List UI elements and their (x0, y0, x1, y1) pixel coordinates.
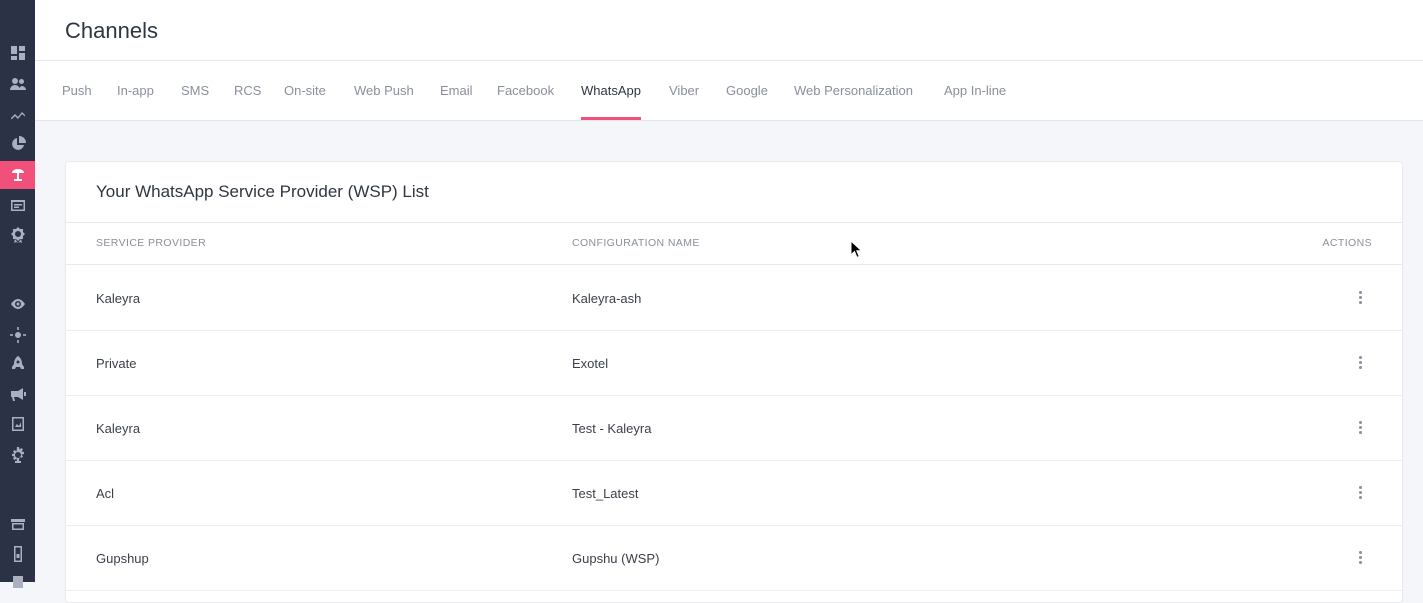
dashboard-icon[interactable] (0, 39, 35, 67)
mouse-cursor-icon (850, 240, 863, 259)
divider (66, 222, 1402, 223)
tab-whatsapp[interactable]: WhatsApp (581, 61, 641, 120)
users-icon[interactable] (0, 70, 35, 98)
tab-viber[interactable]: Viber (669, 61, 699, 120)
more-actions-icon[interactable] (1354, 352, 1366, 372)
gear-icon[interactable] (0, 441, 35, 469)
configuration-name-cell: Test - Kaleyra (572, 421, 652, 436)
more-actions-icon[interactable] (1354, 417, 1366, 437)
table-row: Kaleyra Kaleyra-ash (66, 265, 1402, 331)
tab-push[interactable]: Push (62, 61, 92, 120)
more-icon[interactable] (0, 570, 35, 598)
store-icon[interactable] (0, 510, 35, 538)
report-icon[interactable] (0, 410, 35, 438)
sidebar (0, 0, 35, 588)
wsp-list-card: Your WhatsApp Service Provider (WSP) Lis… (65, 161, 1403, 603)
tab-email[interactable]: Email (440, 61, 473, 120)
card-title: Your WhatsApp Service Provider (WSP) Lis… (96, 182, 429, 201)
service-provider-cell: Acl (96, 486, 115, 501)
table-row: Kaleyra Test - Kaleyra (66, 395, 1402, 461)
service-provider-cell: Kaleyra (96, 421, 141, 436)
more-actions-icon[interactable] (1354, 482, 1366, 502)
page-header: Channels (35, 0, 1423, 61)
channel-tabs: Push In-app SMS RCS On-site Web Push Ema… (35, 61, 1423, 121)
rocket-icon[interactable] (0, 350, 35, 378)
service-provider-cell: Kaleyra (96, 291, 141, 306)
more-actions-icon[interactable] (1354, 547, 1366, 567)
configuration-name-cell: Test_Latest (572, 486, 639, 501)
tab-facebook[interactable]: Facebook (497, 61, 554, 120)
column-header-configuration-name: CONFIGURATION NAME (572, 237, 700, 249)
tab-sms[interactable]: SMS (181, 61, 209, 120)
configuration-name-cell: Kaleyra-ash (572, 291, 642, 306)
device-icon[interactable] (0, 540, 35, 568)
trend-icon[interactable] (0, 101, 35, 129)
settings-sun-icon[interactable] (0, 321, 35, 349)
tab-google[interactable]: Google (726, 61, 768, 120)
configuration-name-cell: Exotel (572, 356, 609, 371)
page-title: Channels (65, 18, 158, 43)
tab-rcs[interactable]: RCS (234, 61, 261, 120)
configuration-name-cell: Gupshu (WSP) (572, 551, 660, 566)
megaphone-icon[interactable] (0, 380, 35, 408)
column-header-service-provider: SERVICE PROVIDER (96, 237, 207, 249)
service-provider-cell: Gupshup (96, 551, 149, 566)
table-row: Acl Test_Latest (66, 460, 1402, 526)
inbox-icon[interactable] (0, 191, 35, 219)
main-content: Channels Push In-app SMS RCS On-site Web… (35, 0, 1423, 603)
tab-in-app[interactable]: In-app (117, 61, 154, 120)
channels-icon[interactable] (0, 161, 35, 189)
tab-app-in-line[interactable]: App In-line (944, 61, 1006, 120)
more-actions-icon[interactable] (1354, 287, 1366, 307)
table-row: Gupshup Gupshu (WSP) (66, 525, 1402, 591)
pie-chart-icon[interactable] (0, 130, 35, 158)
table-row: Private Exotel (66, 330, 1402, 396)
column-header-actions: ACTIONS (1322, 237, 1372, 249)
tab-web-personalization[interactable]: Web Personalization (794, 61, 913, 120)
tab-web-push[interactable]: Web Push (354, 61, 414, 120)
eye-icon[interactable] (0, 290, 35, 318)
tab-on-site[interactable]: On-site (284, 61, 326, 120)
badge-icon[interactable] (0, 221, 35, 249)
service-provider-cell: Private (96, 356, 137, 371)
